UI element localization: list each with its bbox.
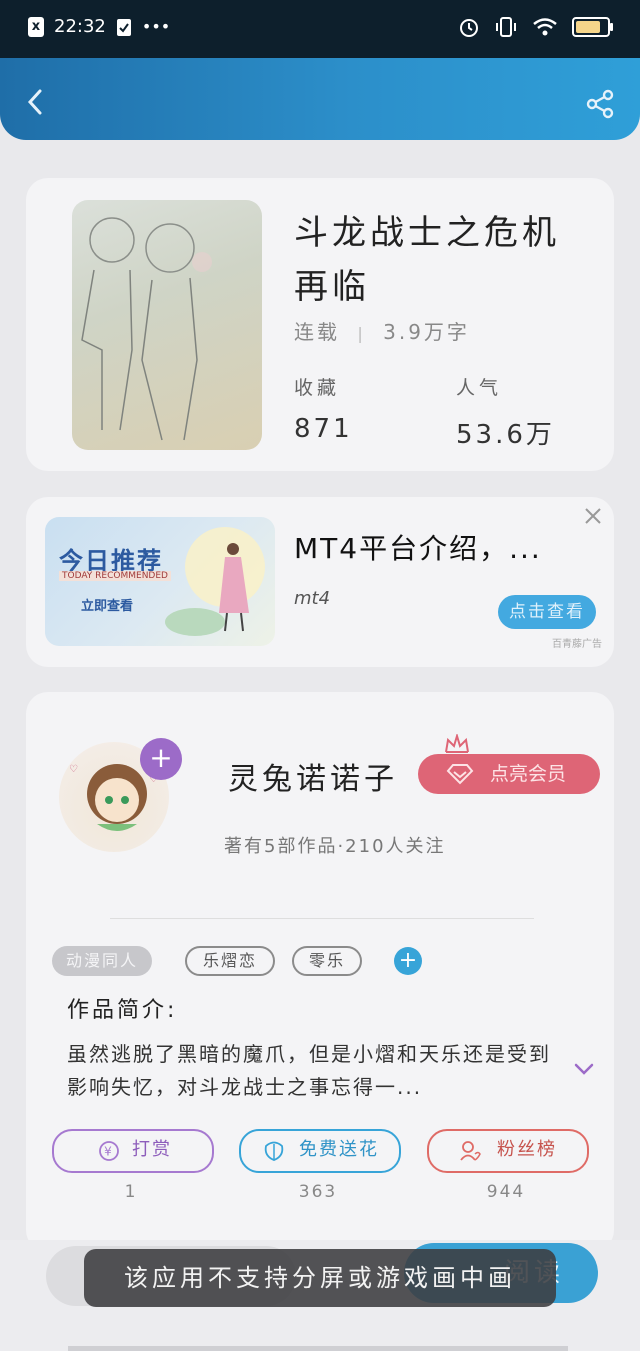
popularity-label: 人气 — [456, 377, 503, 399]
ad-image[interactable]: 今日推荐 TODAY RECOMMENDED 立即查看 — [45, 517, 275, 646]
book-title: 斗龙战士之危机再临 — [294, 213, 560, 307]
chevron-down-icon[interactable] — [574, 1062, 594, 1076]
excel-notification-icon: x — [28, 16, 44, 37]
alarm-icon — [460, 19, 478, 37]
fans-ranking-button[interactable]: 粉丝榜 — [427, 1129, 589, 1173]
intro-heading: 作品简介: — [67, 998, 178, 1023]
send-flower-button[interactable]: 免费送花 — [239, 1129, 401, 1173]
fans-icon — [460, 1141, 481, 1161]
ad-subtitle: mt4 — [294, 588, 331, 609]
ad-source-label: 百青藤广告 — [552, 639, 602, 650]
book-status: 连载 — [294, 320, 340, 344]
add-tag-button[interactable]: + — [394, 947, 422, 975]
author-meta: 著有5部作品·210人关注 — [224, 836, 446, 857]
status-time: 22:32 — [54, 16, 106, 37]
popularity-value: 53.6万 — [456, 420, 555, 450]
battery-icon — [572, 17, 613, 37]
follow-add-button[interactable]: + — [140, 738, 182, 780]
ad-title[interactable]: MT4平台介绍，... — [294, 527, 542, 567]
cover-sketch-illustration — [81, 217, 212, 441]
status-right — [458, 16, 613, 38]
fans-ranking-label: 粉丝榜 — [497, 1139, 557, 1160]
book-word-count: 3.9万字 — [383, 320, 470, 344]
book-meta: 连载 | 3.9万字 — [294, 316, 470, 345]
tip-count: 1 — [124, 1182, 138, 1202]
meta-separator: | — [357, 324, 366, 343]
vibrate-icon — [496, 17, 516, 37]
book-info-card: 斗龙战士之危机再临 连载 | 3.9万字 收藏 人气 871 53.6万 — [26, 178, 614, 471]
vip-member-label: 点亮会员 — [490, 763, 567, 785]
tip-button[interactable]: ¥ 打赏 — [52, 1129, 214, 1173]
tip-label: 打赏 — [132, 1139, 172, 1160]
collect-label: 收藏 — [294, 377, 341, 399]
top-header — [0, 58, 640, 140]
close-icon[interactable] — [584, 507, 602, 525]
intro-text[interactable]: 虽然逃脱了黑暗的魔爪，但是小熠和天乐还是受到影响失忆，对斗龙战士之事忘得一... — [67, 1038, 557, 1104]
send-flower-label: 免费送花 — [299, 1139, 379, 1160]
clipboard-check-icon — [116, 18, 131, 36]
tag-item[interactable]: 动漫同人 — [52, 946, 152, 976]
yuan-icon: ¥ — [99, 1141, 119, 1161]
ad-image-cta: 立即查看 — [81, 599, 134, 614]
diamond-icon — [446, 764, 474, 785]
svg-text:¥: ¥ — [104, 1145, 114, 1159]
author-name[interactable]: 灵兔诺诺子 — [228, 754, 398, 798]
tag-item[interactable]: 乐熠恋 — [185, 946, 275, 976]
status-bar: x 22:32 ••• — [0, 0, 640, 58]
svg-text:♡: ♡ — [69, 764, 78, 775]
share-icon[interactable] — [584, 88, 616, 120]
back-arrow-icon[interactable] — [22, 88, 50, 116]
ad-card[interactable]: 今日推荐 TODAY RECOMMENDED 立即查看 MT4平台介绍，... … — [26, 497, 614, 667]
status-left: x 22:32 ••• — [28, 16, 170, 37]
tag-item[interactable]: 零乐 — [292, 946, 362, 976]
crown-icon — [445, 734, 469, 753]
more-notifications-icon: ••• — [141, 17, 171, 36]
divider — [110, 918, 534, 919]
book-cover-image[interactable] — [72, 200, 262, 450]
fans-count: 944 — [486, 1182, 526, 1202]
ad-image-subtitle: TODAY RECOMMENDED — [59, 571, 171, 581]
ad-girl-illustration — [165, 527, 265, 636]
flower-icon — [264, 1141, 284, 1161]
toast-message: 该应用不支持分屏或游戏画中画 — [84, 1249, 556, 1307]
collect-value: 871 — [294, 414, 353, 444]
author-detail-card: ♡ ♡ + 灵兔诺诺子 点亮会员 著有5部作品·210人关注 动漫同人 乐熠恋 … — [26, 692, 614, 1252]
battery-level — [576, 21, 600, 33]
ad-view-button[interactable]: 点击查看 — [498, 595, 596, 629]
flower-count: 363 — [298, 1182, 338, 1202]
vip-member-button[interactable]: 点亮会员 — [418, 754, 600, 794]
bottom-bar-strip — [68, 1346, 568, 1351]
wifi-icon — [533, 18, 557, 36]
